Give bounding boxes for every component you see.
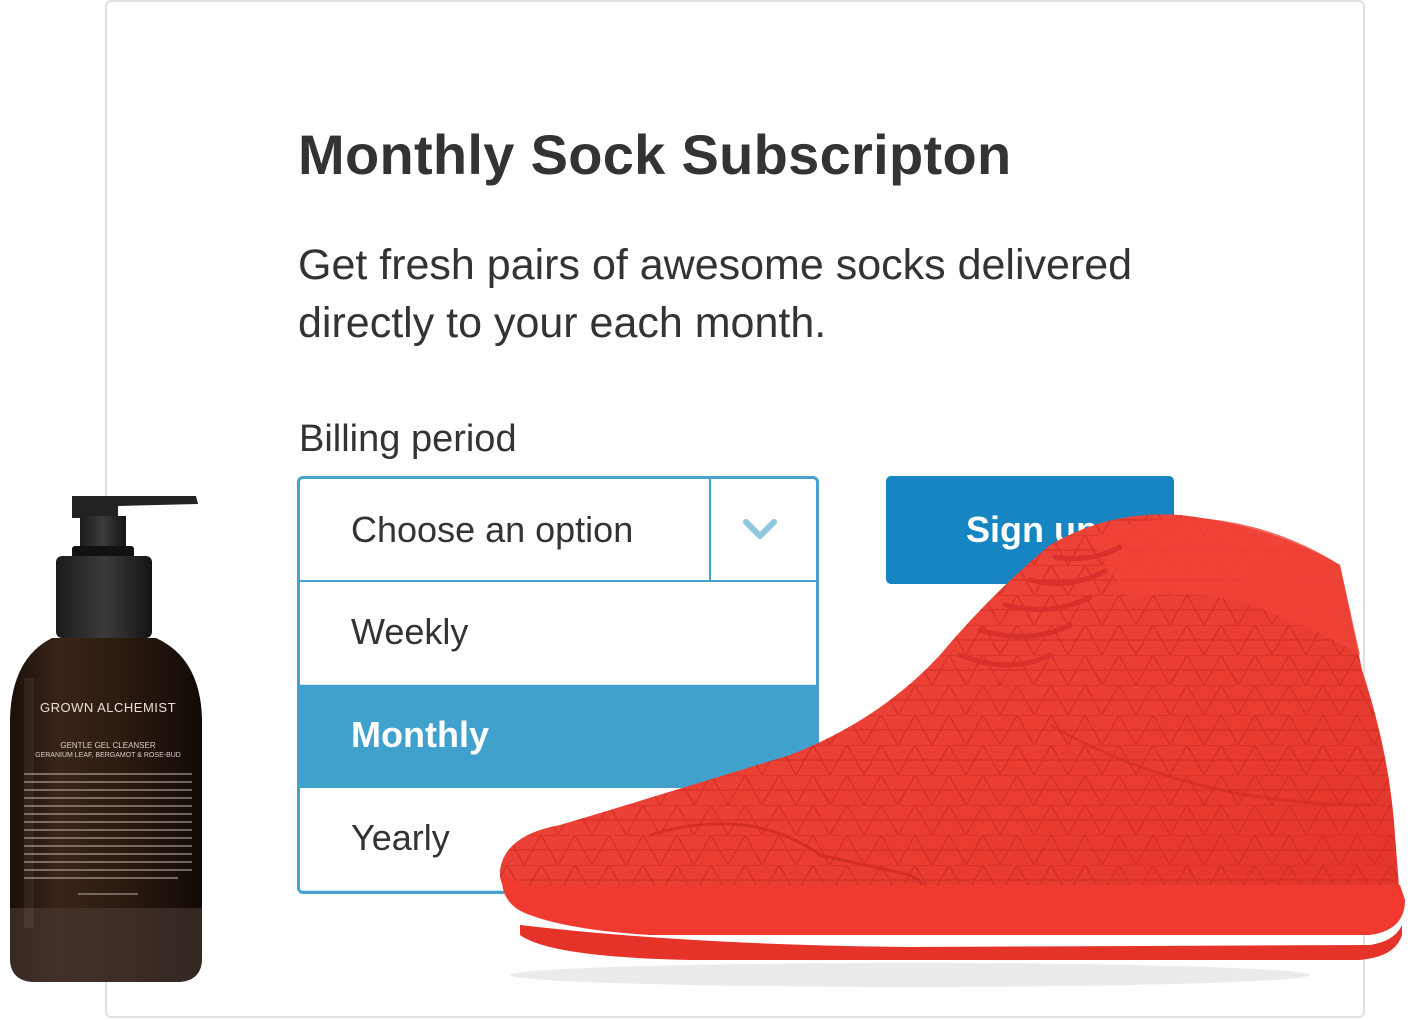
bottle-fine-print [24,773,192,895]
option-label: Yearly [351,817,450,858]
option-label: Weekly [351,611,469,652]
cleanser-bottle-image [10,496,202,982]
page-title: Monthly Sock Subscripton [298,123,1012,186]
option-label: Monthly [351,714,489,755]
bottle-product: GENTLE GEL CLEANSER [60,741,156,750]
page-description: Get fresh pairs of awesome socks deliver… [298,241,1133,347]
billing-period-label: Billing period [299,418,517,460]
bottle-brand: GROWN ALCHEMIST [39,700,177,715]
red-sneaker-image [499,514,1405,987]
bottle-ingredients: GERANIUM LEAF, BERGAMOT & ROSE-BUD [35,752,181,759]
